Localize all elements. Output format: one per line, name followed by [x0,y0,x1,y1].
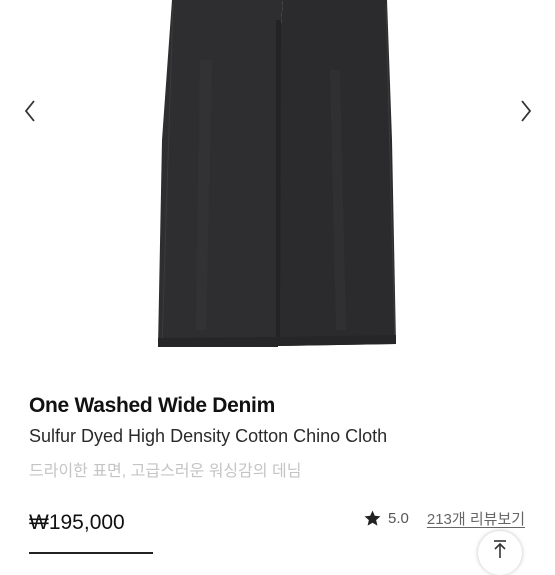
product-description: 드라이한 표면, 고급스러운 워싱감의 데님 [29,463,302,480]
product-subtitle: Sulfur Dyed High Density Cotton Chino Cl… [29,426,388,446]
product-image [158,0,396,347]
rating-score: 5.0 [388,510,409,527]
previous-image-button[interactable] [18,96,42,126]
chevron-left-icon [24,100,35,122]
scroll-to-top-button[interactable] [478,531,522,575]
chevron-right-icon [521,100,532,122]
star-icon [364,510,381,526]
product-name: One Washed Wide Denim [29,394,275,417]
rating-summary: 5.0 213개 리뷰보기 [363,508,525,529]
section-divider [29,552,153,554]
review-link[interactable]: 213개 리뷰보기 [427,508,525,529]
next-image-button[interactable] [514,96,538,126]
arrow-up-to-top-icon [494,540,506,558]
product-image-gallery[interactable] [0,0,555,372]
product-price: ₩195,000 [29,511,125,534]
